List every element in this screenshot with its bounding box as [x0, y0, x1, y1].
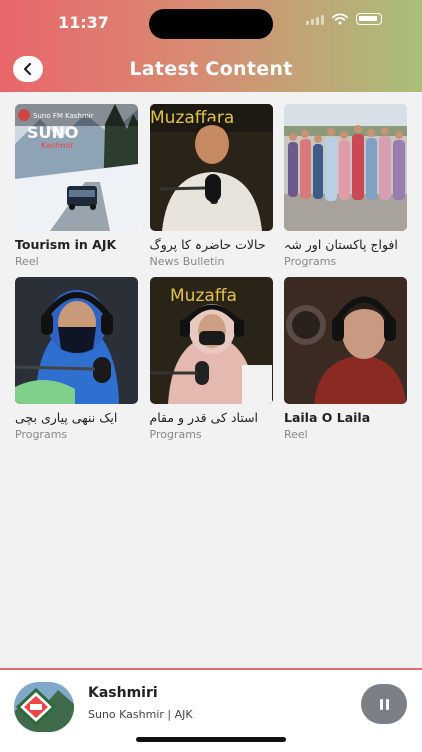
- pause-icon-bar: [385, 698, 389, 710]
- content-card[interactable]: Muzaffara حالات حاضرہ کا پروگ News Bulle…: [149, 104, 273, 277]
- pause-button[interactable]: [361, 684, 407, 724]
- cellular-signal-icon: [306, 13, 324, 25]
- woman-at-microphone-thumbnail: Muzaffa: [149, 277, 273, 404]
- card-title: Laila O Laila: [284, 410, 371, 425]
- card-title: حالات حاضرہ کا پروگ: [149, 237, 266, 252]
- home-indicator[interactable]: [136, 737, 286, 742]
- content-card[interactable]: Muzaffa استاد کی قدر و مقام Programs: [149, 277, 273, 450]
- card-category: Programs: [149, 428, 202, 441]
- player-title: Kashmiri: [88, 685, 158, 701]
- card-title: Tourism in AJK: [15, 237, 117, 252]
- singer-headphones-thumbnail: [284, 277, 407, 404]
- player-subtitle: Suno Kashmir | AJK: [88, 708, 193, 721]
- dynamic-island: [149, 9, 273, 39]
- crowd-outdoors-thumbnail: [284, 104, 407, 231]
- content-grid: Suno FM Kashmir SUNO Kashmir Tourism in …: [15, 104, 407, 450]
- battery-icon: [356, 13, 382, 25]
- suno-kashmir-logo-art: [14, 682, 74, 732]
- woman-headphones-thumbnail: [15, 277, 138, 404]
- status-time: 11:37: [58, 13, 109, 32]
- content-card[interactable]: Suno FM Kashmir SUNO Kashmir Tourism in …: [15, 104, 138, 277]
- card-title: افواج پاکستان اور شہ: [284, 237, 398, 252]
- content-card[interactable]: ایک ننھی پیاری بچی Programs: [15, 277, 138, 450]
- snow-road-thumbnail: Suno FM Kashmir SUNO Kashmir: [15, 104, 138, 231]
- card-category: Reel: [284, 428, 308, 441]
- wifi-icon: [332, 13, 348, 25]
- man-at-microphone-thumbnail: Muzaffara: [149, 104, 273, 231]
- card-category: Programs: [284, 255, 337, 268]
- pause-icon: [379, 698, 383, 710]
- card-title: استاد کی قدر و مقام: [149, 410, 259, 425]
- header-bar: 11:37 Latest Content: [0, 0, 422, 92]
- status-icons: [306, 13, 382, 25]
- content-card[interactable]: Laila O Laila Reel: [284, 277, 407, 450]
- content-card[interactable]: افواج پاکستان اور شہ Programs: [284, 104, 407, 277]
- thumb-logo-subtext: Kashmir: [41, 141, 74, 150]
- card-category: News Bulletin: [149, 255, 225, 268]
- card-category: Reel: [15, 255, 39, 268]
- card-title: ایک ننھی پیاری بچی: [15, 410, 118, 425]
- page-title: Latest Content: [129, 58, 293, 80]
- thumb-logo-text: SUNO: [27, 123, 79, 142]
- thumb-logo-text: Muzaffa: [170, 286, 237, 306]
- thumb-overlay-caption: Suno FM Kashmir: [33, 112, 94, 120]
- card-category: Programs: [15, 428, 68, 441]
